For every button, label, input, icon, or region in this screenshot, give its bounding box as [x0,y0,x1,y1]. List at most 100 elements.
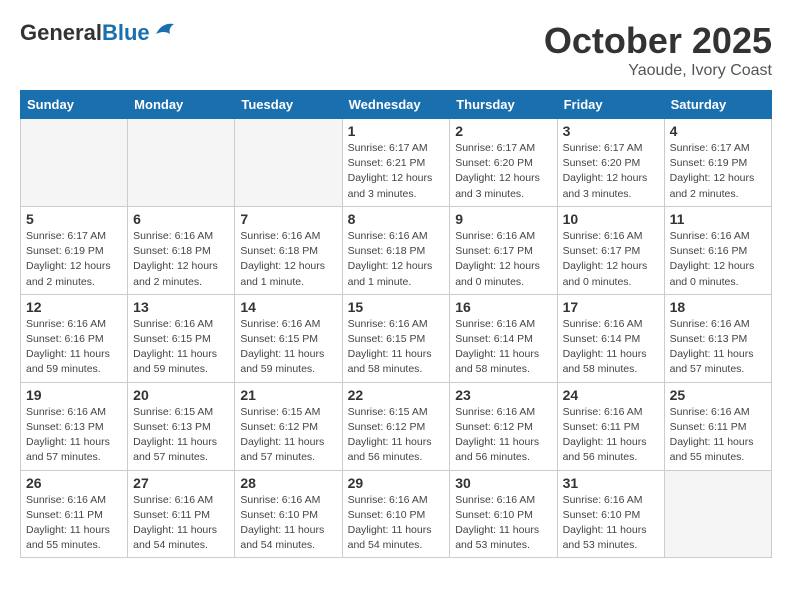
calendar-week-row-2: 5 Sunrise: 6:17 AM Sunset: 6:19 PM Daylig… [21,206,772,294]
day-number: 11 [670,211,766,227]
day-number: 14 [240,299,336,315]
day-info: Sunrise: 6:16 AM Sunset: 6:11 PM Dayligh… [670,405,766,466]
day-number: 22 [348,387,445,403]
day-info: Sunrise: 6:16 AM Sunset: 6:10 PM Dayligh… [348,493,445,554]
calendar-cell: 13Sunrise: 6:16 AM Sunset: 6:15 PM Dayli… [128,294,235,382]
calendar-cell: 23 Sunrise: 6:16 AM Sunset: 6:12 PM Dayli… [450,382,557,470]
weekday-header-row: SundayMondayTuesdayWednesdayThursdayFrid… [21,91,772,119]
calendar-cell: 14 Sunrise: 6:16 AM Sunset: 6:15 PM Dayli… [235,294,342,382]
calendar-cell: 17 Sunrise: 6:16 AM Sunset: 6:14 PM Dayli… [557,294,664,382]
day-number: 10 [563,211,659,227]
weekday-header-monday: Monday [128,91,235,119]
calendar-cell: 9Sunrise: 6:16 AM Sunset: 6:17 PM Daylig… [450,206,557,294]
calendar-cell: 16 Sunrise: 6:16 AM Sunset: 6:14 PM Dayli… [450,294,557,382]
day-number: 3 [563,123,659,139]
logo-general: General [20,20,102,45]
day-number: 25 [670,387,766,403]
day-info: Sunrise: 6:16 AM Sunset: 6:10 PM Dayligh… [455,493,551,554]
calendar-week-row-5: 26 Sunrise: 6:16 AM Sunset: 6:11 PM Dayli… [21,470,772,558]
day-number: 21 [240,387,336,403]
day-info: Sunrise: 6:15 AM Sunset: 6:13 PM Dayligh… [133,405,229,466]
calendar-cell: 18 Sunrise: 6:16 AM Sunset: 6:13 PM Dayli… [664,294,771,382]
calendar-cell: 6Sunrise: 6:16 AM Sunset: 6:18 PM Daylig… [128,206,235,294]
day-info: Sunrise: 6:17 AM Sunset: 6:19 PM Dayligh… [26,229,122,290]
day-info: Sunrise: 6:17 AM Sunset: 6:19 PM Dayligh… [670,141,766,202]
calendar-cell: 28Sunrise: 6:16 AM Sunset: 6:10 PM Dayli… [235,470,342,558]
day-info: Sunrise: 6:16 AM Sunset: 6:14 PM Dayligh… [563,317,659,378]
calendar-cell: 2 Sunrise: 6:17 AM Sunset: 6:20 PM Daylig… [450,119,557,207]
day-number: 2 [455,123,551,139]
calendar-cell: 7Sunrise: 6:16 AM Sunset: 6:18 PM Daylig… [235,206,342,294]
logo-bird-icon [154,20,176,38]
day-number: 23 [455,387,551,403]
day-info: Sunrise: 6:17 AM Sunset: 6:20 PM Dayligh… [455,141,551,202]
day-number: 31 [563,475,659,491]
day-number: 19 [26,387,122,403]
calendar-cell: 31 Sunrise: 6:16 AM Sunset: 6:10 PM Dayli… [557,470,664,558]
day-info: Sunrise: 6:17 AM Sunset: 6:20 PM Dayligh… [563,141,659,202]
calendar-cell: 26Sunrise: 6:16 AM Sunset: 6:11 PM Dayli… [21,470,128,558]
logo: GeneralBlue [20,20,176,46]
location-text: Yaoude, Ivory Coast [544,62,772,80]
calendar-cell: 29Sunrise: 6:16 AM Sunset: 6:10 PM Dayli… [342,470,450,558]
weekday-header-wednesday: Wednesday [342,91,450,119]
day-number: 4 [670,123,766,139]
day-info: Sunrise: 6:15 AM Sunset: 6:12 PM Dayligh… [240,405,336,466]
day-info: Sunrise: 6:16 AM Sunset: 6:10 PM Dayligh… [563,493,659,554]
day-info: Sunrise: 6:16 AM Sunset: 6:11 PM Dayligh… [133,493,229,554]
weekday-header-saturday: Saturday [664,91,771,119]
title-block: October 2025 Yaoude, Ivory Coast [544,20,772,80]
day-number: 27 [133,475,229,491]
day-number: 26 [26,475,122,491]
day-info: Sunrise: 6:16 AM Sunset: 6:12 PM Dayligh… [455,405,551,466]
calendar-cell: 20Sunrise: 6:15 AM Sunset: 6:13 PM Dayli… [128,382,235,470]
calendar-cell: 24 Sunrise: 6:16 AM Sunset: 6:11 PM Dayli… [557,382,664,470]
day-number: 7 [240,211,336,227]
calendar-week-row-3: 12Sunrise: 6:16 AM Sunset: 6:16 PM Dayli… [21,294,772,382]
day-info: Sunrise: 6:16 AM Sunset: 6:10 PM Dayligh… [240,493,336,554]
calendar-cell: 21 Sunrise: 6:15 AM Sunset: 6:12 PM Dayli… [235,382,342,470]
calendar-cell: 19Sunrise: 6:16 AM Sunset: 6:13 PM Dayli… [21,382,128,470]
weekday-header-thursday: Thursday [450,91,557,119]
day-number: 16 [455,299,551,315]
day-number: 18 [670,299,766,315]
day-info: Sunrise: 6:16 AM Sunset: 6:15 PM Dayligh… [348,317,445,378]
calendar-cell: 30 Sunrise: 6:16 AM Sunset: 6:10 PM Dayli… [450,470,557,558]
day-info: Sunrise: 6:16 AM Sunset: 6:14 PM Dayligh… [455,317,551,378]
calendar-cell: 22 Sunrise: 6:15 AM Sunset: 6:12 PM Dayli… [342,382,450,470]
calendar-cell [128,119,235,207]
day-info: Sunrise: 6:16 AM Sunset: 6:16 PM Dayligh… [670,229,766,290]
day-info: Sunrise: 6:16 AM Sunset: 6:18 PM Dayligh… [133,229,229,290]
day-number: 12 [26,299,122,315]
calendar-cell: 25 Sunrise: 6:16 AM Sunset: 6:11 PM Dayli… [664,382,771,470]
day-number: 5 [26,211,122,227]
day-info: Sunrise: 6:16 AM Sunset: 6:15 PM Dayligh… [240,317,336,378]
weekday-header-tuesday: Tuesday [235,91,342,119]
day-info: Sunrise: 6:16 AM Sunset: 6:17 PM Dayligh… [455,229,551,290]
day-number: 24 [563,387,659,403]
calendar-cell: 1Sunrise: 6:17 AM Sunset: 6:21 PM Daylig… [342,119,450,207]
calendar-cell: 10Sunrise: 6:16 AM Sunset: 6:17 PM Dayli… [557,206,664,294]
day-number: 30 [455,475,551,491]
calendar-cell: 8Sunrise: 6:16 AM Sunset: 6:18 PM Daylig… [342,206,450,294]
calendar-table: SundayMondayTuesdayWednesdayThursdayFrid… [20,90,772,558]
calendar-cell: 5 Sunrise: 6:17 AM Sunset: 6:19 PM Daylig… [21,206,128,294]
day-number: 17 [563,299,659,315]
calendar-cell: 4 Sunrise: 6:17 AM Sunset: 6:19 PM Daylig… [664,119,771,207]
day-info: Sunrise: 6:16 AM Sunset: 6:11 PM Dayligh… [563,405,659,466]
day-info: Sunrise: 6:15 AM Sunset: 6:12 PM Dayligh… [348,405,445,466]
weekday-header-friday: Friday [557,91,664,119]
calendar-cell: 15Sunrise: 6:16 AM Sunset: 6:15 PM Dayli… [342,294,450,382]
day-info: Sunrise: 6:16 AM Sunset: 6:13 PM Dayligh… [670,317,766,378]
calendar-cell [664,470,771,558]
calendar-cell [235,119,342,207]
calendar-cell: 3 Sunrise: 6:17 AM Sunset: 6:20 PM Daylig… [557,119,664,207]
calendar-cell [21,119,128,207]
calendar-week-row-1: 1Sunrise: 6:17 AM Sunset: 6:21 PM Daylig… [21,119,772,207]
weekday-header-sunday: Sunday [21,91,128,119]
logo-blue: Blue [102,20,150,45]
calendar-cell: 11 Sunrise: 6:16 AM Sunset: 6:16 PM Dayli… [664,206,771,294]
day-info: Sunrise: 6:17 AM Sunset: 6:21 PM Dayligh… [348,141,445,202]
day-info: Sunrise: 6:16 AM Sunset: 6:18 PM Dayligh… [348,229,445,290]
page-header: GeneralBlue October 2025 Yaoude, Ivory C… [20,20,772,80]
